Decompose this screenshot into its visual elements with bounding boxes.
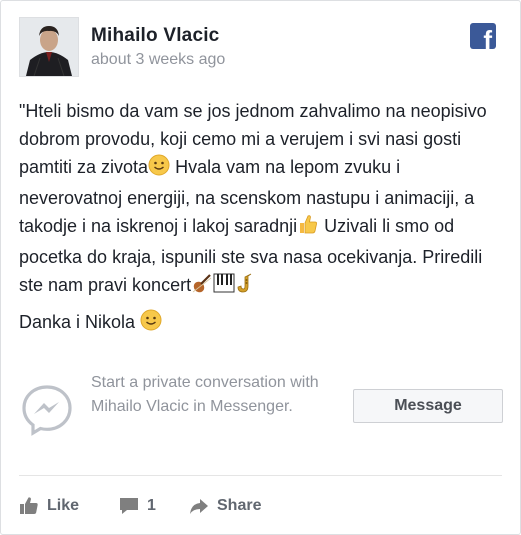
share-icon: [190, 499, 208, 514]
share-label: Share: [217, 497, 262, 514]
smiley-emoji-icon: [148, 154, 170, 184]
comment-button[interactable]: 1: [119, 491, 156, 521]
signature-text: Danka i Nikola: [19, 312, 141, 332]
like-label: Like: [47, 497, 80, 514]
facebook-post-card: Mihailo Vlacic about 3 weeks ago f "Htel…: [0, 0, 521, 535]
avatar-image: [20, 18, 78, 76]
messenger-icon[interactable]: [19, 381, 75, 437]
messenger-prompt: Start a private conversation with Mihail…: [91, 374, 319, 415]
post-signature: Danka i Nikola: [19, 308, 507, 339]
comment-icon: [120, 498, 138, 514]
comment-count: 1: [147, 497, 156, 514]
thumbs-up-icon: [20, 497, 38, 514]
avatar[interactable]: [19, 17, 79, 77]
violin-emoji-icon: [191, 272, 213, 302]
share-button[interactable]: Share: [189, 491, 261, 521]
post-header: Mihailo Vlacic about 3 weeks ago f: [19, 17, 502, 79]
post-text: "Hteli bismo da vam se jos jednom zahval…: [19, 97, 507, 302]
message-button[interactable]: Message: [353, 389, 503, 423]
facebook-logo-icon[interactable]: f: [470, 23, 496, 49]
like-button[interactable]: Like: [19, 491, 79, 521]
smiley-emoji-icon: [140, 309, 162, 339]
post-actions: Like 1 Share: [19, 491, 499, 521]
saxophone-emoji-icon: [235, 272, 257, 302]
piano-emoji-icon: [213, 272, 235, 302]
divider: [19, 475, 502, 476]
thumbs-up-emoji-icon: [297, 213, 319, 243]
author-name[interactable]: Mihailo Vlacic: [91, 25, 219, 47]
post-body: "Hteli bismo da vam se jos jednom zahval…: [19, 97, 507, 339]
post-timestamp[interactable]: about 3 weeks ago: [91, 51, 225, 69]
messenger-section: Start a private conversation with Mihail…: [19, 371, 505, 445]
